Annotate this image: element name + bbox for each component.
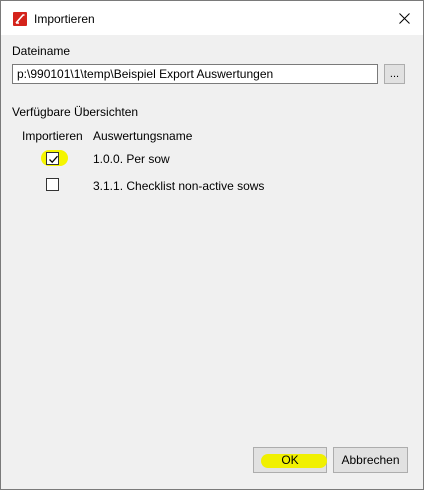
ok-button[interactable]: OK <box>253 447 327 473</box>
import-checkbox-2[interactable] <box>46 178 59 191</box>
ok-button-label: OK <box>281 453 299 467</box>
filename-field[interactable] <box>12 64 378 84</box>
window-title: Importieren <box>34 12 95 26</box>
row-name: 3.1.1. Checklist non-active sows <box>93 179 265 193</box>
import-dialog: Importieren Dateiname ... Verfügbare Übe… <box>0 0 424 490</box>
overviews-section-label: Verfügbare Übersichten <box>12 105 139 119</box>
import-checkbox-1[interactable] <box>46 152 59 165</box>
browse-button[interactable]: ... <box>384 64 405 84</box>
cancel-button[interactable]: Abbrechen <box>333 447 408 473</box>
close-button[interactable] <box>389 5 419 31</box>
row-name: 1.0.0. Per sow <box>93 152 170 166</box>
close-icon <box>399 13 410 24</box>
checkmark-icon <box>49 155 58 164</box>
filename-label: Dateiname <box>12 44 71 58</box>
app-logo-icon <box>13 12 27 26</box>
column-header-name: Auswertungsname <box>93 129 193 143</box>
title-bar: Importieren <box>1 1 423 35</box>
column-header-import: Importieren <box>22 129 83 143</box>
